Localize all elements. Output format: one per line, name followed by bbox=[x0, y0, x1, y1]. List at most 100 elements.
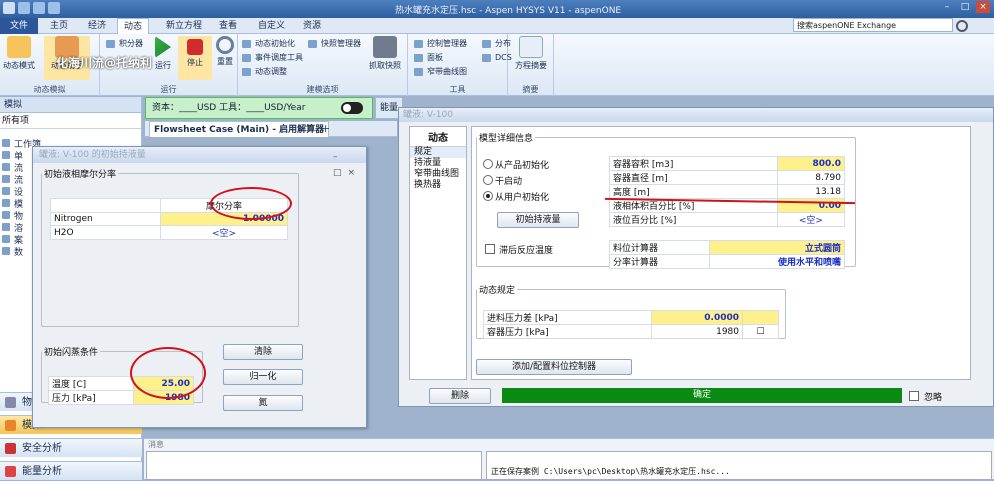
search-icon[interactable] bbox=[956, 20, 968, 32]
tab-view[interactable]: 查看 bbox=[213, 18, 243, 34]
tab-resources[interactable]: 资源 bbox=[297, 18, 327, 34]
save-icon[interactable] bbox=[18, 2, 30, 14]
dyn-label: 进料压力差 [kPa] bbox=[482, 310, 653, 325]
ignore-label: 忽略 bbox=[924, 393, 943, 403]
economics-toggle[interactable] bbox=[341, 102, 363, 114]
clear-button[interactable]: 清除 bbox=[223, 344, 303, 360]
search-input[interactable]: 搜索aspenONE Exchange bbox=[793, 18, 953, 32]
nav-filter-select[interactable]: 所有项 bbox=[0, 113, 141, 129]
prop-label: 容器直径 [m] bbox=[609, 170, 778, 185]
event-sched-button[interactable]: 事件调度工具 bbox=[242, 52, 303, 64]
vessel-props-table: 容器容积 [m3] 800.0 容器直径 [m] 8.790 高度 [m] 13.18… bbox=[609, 156, 846, 227]
calc-value[interactable]: 使用水平和喷嘴 bbox=[709, 254, 845, 269]
group-label: 摘要 bbox=[522, 85, 539, 94]
component-value[interactable]: <空> bbox=[160, 225, 288, 240]
dyn-spec-checkbox[interactable]: ☐ bbox=[742, 324, 779, 339]
messages-pane: 消息 正在保存案例 C:\Users\pc\Desktop\热水罐充水定压.hs… bbox=[144, 438, 994, 480]
specs-panel: 模型详细信息 从产品初始化 干启动 从用户初始化 初始持液量 容器容积 [m3]… bbox=[471, 126, 971, 380]
dialog-title: 罐液: V-100 的初始持液量 –□× bbox=[33, 147, 366, 178]
side-item-specs[interactable]: 规定 bbox=[410, 147, 466, 158]
nav-safety[interactable]: 安全分析 bbox=[0, 438, 142, 457]
prop-value[interactable]: 13.18 bbox=[776, 184, 846, 199]
lag-temp-checkbox[interactable] bbox=[485, 244, 495, 254]
close-button[interactable]: × bbox=[976, 1, 990, 13]
ok-button[interactable]: 氮 bbox=[223, 395, 303, 411]
ignore-checkbox[interactable] bbox=[909, 391, 919, 401]
radio-init-from-product[interactable]: 从产品初始化 bbox=[483, 158, 549, 171]
table-row: 高度 [m] 13.18 bbox=[609, 184, 846, 199]
watermark-text: 化海川流@托纳利 bbox=[56, 56, 153, 70]
status-bar: 确定 bbox=[502, 388, 902, 403]
table-row: 料位计算器 立式圆筒 bbox=[608, 240, 845, 255]
side-item-strip[interactable]: 窄带曲线图 bbox=[410, 169, 466, 180]
dialog-footer: 删除 确定 忽略 bbox=[399, 385, 994, 407]
group-summary: 方程摘要 摘要 bbox=[508, 34, 554, 96]
tab-equations[interactable]: 新立方程 bbox=[160, 18, 208, 34]
dyn-mode-button[interactable]: 动态模式 bbox=[2, 36, 36, 80]
stop-button[interactable]: 停止 bbox=[178, 36, 212, 80]
integrator-button[interactable]: 积分器 bbox=[106, 38, 143, 50]
take-snapshot-button[interactable]: 抓取快照 bbox=[368, 36, 402, 80]
group-label: 运行 bbox=[160, 85, 177, 94]
messages-left bbox=[146, 451, 482, 480]
prop-value[interactable]: 800.0 bbox=[776, 156, 846, 171]
normalize-button[interactable]: 归一化 bbox=[223, 369, 303, 385]
undo-icon[interactable] bbox=[33, 2, 45, 14]
window-title: 热水罐充水定压.hsc - Aspen HYSYS V11 - aspenONE bbox=[395, 6, 622, 16]
init-holdup-button[interactable]: 初始持液量 bbox=[497, 212, 579, 228]
model-legend: 模型详细信息 bbox=[479, 134, 534, 144]
tab-home[interactable]: 主页 bbox=[44, 18, 74, 34]
prop-label: 容器容积 [m3] bbox=[609, 156, 778, 171]
dyn-adjust-button[interactable]: 动态调整 bbox=[242, 66, 287, 78]
annotation-circle bbox=[130, 347, 206, 399]
snapshot-mgr-button[interactable]: 快照管理器 bbox=[308, 38, 361, 50]
strip-chart-button[interactable]: 窄带曲线图 bbox=[414, 66, 467, 78]
side-header: 动态 bbox=[410, 127, 466, 147]
dyn-init-button[interactable]: 动态初始化 bbox=[242, 38, 295, 50]
tab-dynamics[interactable]: 动态 bbox=[117, 18, 150, 34]
group-label: 建模选项 bbox=[306, 85, 339, 94]
minimize-button[interactable]: – bbox=[940, 1, 954, 13]
annotation-circle bbox=[210, 187, 292, 220]
group-model: 动态初始化 事件调度工具 动态调整 快照管理器 抓取快照 建模选项 bbox=[238, 34, 408, 96]
tab-file[interactable]: 文件 bbox=[0, 18, 38, 34]
nav-energy[interactable]: 能量分析 bbox=[0, 461, 142, 480]
radio-dry-start[interactable]: 干启动 bbox=[483, 174, 522, 187]
tab-economics[interactable]: 经济 bbox=[82, 18, 112, 34]
faceplate-button[interactable]: 面板 bbox=[414, 52, 443, 64]
redo-icon[interactable] bbox=[48, 2, 60, 14]
side-item-holdup[interactable]: 持液量 bbox=[410, 158, 466, 169]
distribution-button[interactable]: 分布 bbox=[482, 38, 511, 50]
component-name: Nitrogen bbox=[50, 212, 161, 226]
calculators-table: 料位计算器 立式圆筒 分率计算器 使用水平和喷嘴 bbox=[608, 240, 845, 269]
dialog-controls[interactable]: –□× bbox=[333, 149, 363, 178]
tab-customize[interactable]: 自定义 bbox=[252, 18, 291, 34]
side-item-heater[interactable]: 换热器 bbox=[410, 180, 466, 191]
dyn-specs-table: 进料压力差 [kPa] 0.0000 容器压力 [kPa] 1980 ☐ bbox=[482, 310, 779, 339]
app-icon[interactable] bbox=[3, 2, 15, 14]
dyn-value[interactable]: 0.0000 bbox=[651, 310, 743, 325]
dyn-legend: 动态规定 bbox=[479, 286, 516, 296]
component-name: H2O bbox=[50, 225, 161, 240]
table-row: 液位百分比 [%] <空> bbox=[609, 212, 846, 227]
prop-value[interactable]: <空> bbox=[776, 212, 846, 227]
flowsheet-tabs: Flowsheet Case (Main) - 启用解算器 + bbox=[145, 121, 397, 137]
calc-label: 料位计算器 bbox=[608, 240, 711, 255]
add-tab-button[interactable]: + bbox=[321, 122, 330, 135]
radio-init-from-user[interactable]: 从用户初始化 bbox=[483, 190, 549, 203]
group-label: 工具 bbox=[449, 85, 466, 94]
eq-summary-button[interactable]: 方程摘要 bbox=[514, 36, 548, 80]
add-level-controller-button[interactable]: 添加/配置料位控制器 bbox=[476, 359, 632, 375]
prop-value[interactable]: 8.790 bbox=[776, 170, 846, 185]
dyn-value[interactable]: 1980 bbox=[651, 324, 743, 339]
reset-button[interactable]: 重置 bbox=[208, 36, 242, 80]
maximize-button[interactable]: □ bbox=[958, 1, 972, 13]
dyn-spec-cell[interactable] bbox=[742, 310, 779, 325]
calc-value[interactable]: 立式圆筒 bbox=[709, 240, 845, 255]
tree-item[interactable]: 数 bbox=[1, 245, 23, 258]
delete-button[interactable]: 删除 bbox=[429, 388, 491, 404]
lag-temp-label: 滞后反应温度 bbox=[499, 246, 554, 256]
dialog-title: 罐液: V-100 bbox=[399, 108, 993, 122]
tab-flowsheet-main[interactable]: Flowsheet Case (Main) - 启用解算器 bbox=[149, 121, 330, 137]
ctrl-mgr-button[interactable]: 控制管理器 bbox=[414, 38, 467, 50]
